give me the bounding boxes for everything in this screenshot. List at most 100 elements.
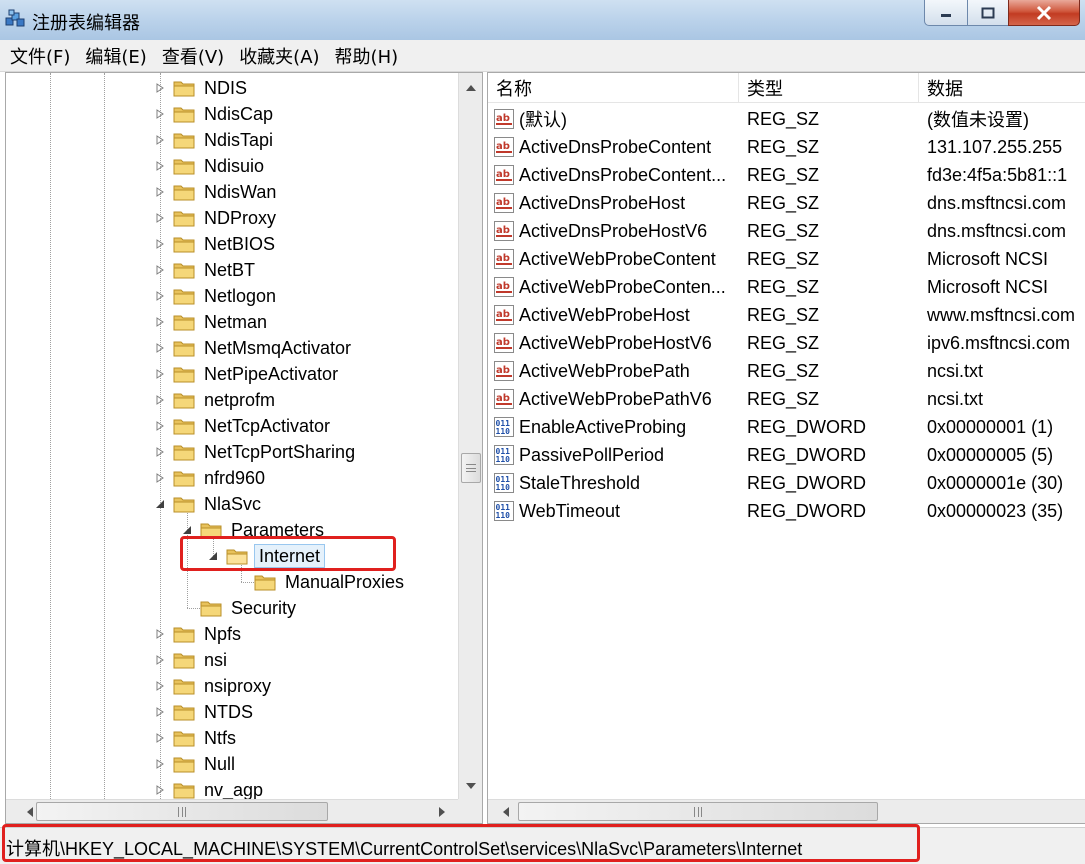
- minimize-button[interactable]: [924, 0, 968, 26]
- tree-expander[interactable]: [153, 315, 167, 329]
- tree-node-ntds[interactable]: NTDS: [153, 699, 256, 725]
- scroll-down-arrow[interactable]: [459, 774, 482, 798]
- value-row[interactable]: 011 110 PassivePollPeriod REG_DWORD 0x00000…: [488, 441, 1085, 469]
- menu-favorites[interactable]: 收藏夹(A): [239, 43, 319, 69]
- tree-expander[interactable]: [153, 159, 167, 173]
- menu-file[interactable]: 文件(F): [10, 43, 70, 69]
- list-horizontal-scrollbar[interactable]: [488, 799, 1085, 823]
- list-hscroll-thumb[interactable]: [518, 802, 878, 821]
- value-row[interactable]: ab (默认) REG_SZ (数值未设置): [488, 105, 1085, 133]
- column-header-data[interactable]: 数据: [919, 73, 1085, 103]
- menu-view[interactable]: 查看(V): [162, 43, 224, 69]
- tree-node-nsi[interactable]: nsi: [153, 647, 230, 673]
- value-row[interactable]: ab ActiveDnsProbeContent... REG_SZ fd3e:4f…: [488, 161, 1085, 189]
- tree-node-ndiswan[interactable]: NdisWan: [153, 179, 279, 205]
- value-row[interactable]: ab ActiveWebProbeContent REG_SZ Microsoft …: [488, 245, 1085, 273]
- tree-expander[interactable]: [153, 107, 167, 121]
- tree-expander[interactable]: [153, 731, 167, 745]
- tree-node-nettcpportsharing[interactable]: NetTcpPortSharing: [153, 439, 358, 465]
- scroll-up-arrow[interactable]: [459, 76, 482, 100]
- tree-node-netmsmqactivator[interactable]: NetMsmqActivator: [153, 335, 354, 361]
- value-row[interactable]: 011 110 StaleThreshold REG_DWORD 0x0000001e…: [488, 469, 1085, 497]
- tree-node-nettcpactivator[interactable]: NetTcpActivator: [153, 413, 333, 439]
- value-name-cell: 011 110 WebTimeout: [494, 497, 738, 525]
- value-data-cell: dns.msftncsi.com: [927, 189, 1085, 217]
- tree-expander[interactable]: [153, 211, 167, 225]
- tree-node-ndis[interactable]: NDIS: [153, 75, 250, 101]
- tree-node-npfs[interactable]: Npfs: [153, 621, 244, 647]
- tree-expander[interactable]: [153, 133, 167, 147]
- value-row[interactable]: 011 110 EnableActiveProbing REG_DWORD 0x000…: [488, 413, 1085, 441]
- tree-node-ndiscap[interactable]: NdisCap: [153, 101, 276, 127]
- tree-node-netprofm[interactable]: netprofm: [153, 387, 278, 413]
- value-row[interactable]: ab ActiveWebProbePath REG_SZ ncsi.txt: [488, 357, 1085, 385]
- values-list-pane[interactable]: 名称 类型 数据 ab (默认) REG_SZ (数值未设置) ab ActiveD…: [487, 72, 1085, 824]
- close-button[interactable]: [1008, 0, 1080, 26]
- scroll-left-arrow[interactable]: [494, 800, 518, 823]
- tree-expander[interactable]: [153, 341, 167, 355]
- tree-vscroll-thumb[interactable]: [461, 453, 481, 483]
- tree-expander[interactable]: [153, 185, 167, 199]
- tree-node-nfrd960[interactable]: nfrd960: [153, 465, 268, 491]
- tree-expander[interactable]: [153, 419, 167, 433]
- column-header-name[interactable]: 名称: [488, 73, 739, 103]
- tree-expander[interactable]: [206, 549, 220, 563]
- value-row[interactable]: ab ActiveDnsProbeHostV6 REG_SZ dns.msftncs…: [488, 217, 1085, 245]
- value-row[interactable]: 011 110 WebTimeout REG_DWORD 0x00000023 (35…: [488, 497, 1085, 525]
- tree-vertical-scrollbar[interactable]: [458, 73, 482, 801]
- key-tree-pane[interactable]: NDIS NdisCap NdisTapi Ndisuio NdisWan ND…: [5, 72, 483, 824]
- value-data: fd3e:4f5a:5b81::1: [927, 164, 1068, 185]
- tree-expander[interactable]: [153, 627, 167, 641]
- tree-expander[interactable]: [153, 653, 167, 667]
- value-row[interactable]: ab ActiveWebProbePathV6 REG_SZ ncsi.txt: [488, 385, 1085, 413]
- value-row[interactable]: ab ActiveWebProbeHost REG_SZ www.msftncsi.…: [488, 301, 1085, 329]
- tree-node-netpipeactivator[interactable]: NetPipeActivator: [153, 361, 341, 387]
- tree-node-parameters[interactable]: Parameters: [180, 517, 327, 543]
- scroll-right-arrow[interactable]: [430, 800, 454, 823]
- tree-node-ndistapi[interactable]: NdisTapi: [153, 127, 276, 153]
- column-header-type[interactable]: 类型: [739, 73, 919, 103]
- tree-expander[interactable]: [153, 497, 167, 511]
- value-row[interactable]: ab ActiveWebProbeConten... REG_SZ Microsof…: [488, 273, 1085, 301]
- tree-node-netbt[interactable]: NetBT: [153, 257, 258, 283]
- tree-expander[interactable]: [153, 393, 167, 407]
- tree-node-ndproxy[interactable]: NDProxy: [153, 205, 279, 231]
- tree-node-nlasvc[interactable]: NlaSvc: [153, 491, 264, 517]
- tree-expander[interactable]: [153, 237, 167, 251]
- tree-expander[interactable]: [153, 757, 167, 771]
- tree-node-nsiproxy[interactable]: nsiproxy: [153, 673, 274, 699]
- tree-expander[interactable]: [180, 523, 194, 537]
- tree-node-netlogon[interactable]: Netlogon: [153, 283, 279, 309]
- tree-hscroll-thumb[interactable]: [36, 802, 328, 821]
- value-name: ActiveDnsProbeHostV6: [519, 220, 708, 241]
- tree-node-netman[interactable]: Netman: [153, 309, 270, 335]
- tree-node-internet[interactable]: Internet: [206, 543, 326, 569]
- tree-expander[interactable]: [153, 81, 167, 95]
- tree-expander[interactable]: [153, 705, 167, 719]
- tree-horizontal-scrollbar[interactable]: [6, 799, 460, 823]
- value-name-cell: ab ActiveWebProbeConten...: [494, 273, 738, 301]
- menu-help[interactable]: 帮助(H): [335, 43, 399, 69]
- menu-edit[interactable]: 编辑(E): [85, 43, 146, 69]
- arrow-down-icon: [466, 783, 476, 789]
- value-row[interactable]: ab ActiveDnsProbeContent REG_SZ 131.107.25…: [488, 133, 1085, 161]
- value-row[interactable]: ab ActiveWebProbeHostV6 REG_SZ ipv6.msftnc…: [488, 329, 1085, 357]
- tree-expander[interactable]: [153, 471, 167, 485]
- value-name: ActiveWebProbeContent: [519, 248, 716, 269]
- tree-node-null[interactable]: Null: [153, 751, 238, 777]
- tree-node-security[interactable]: Security: [180, 595, 299, 621]
- tree-node-manualproxies[interactable]: ManualProxies: [234, 569, 407, 595]
- tree-expander[interactable]: [153, 679, 167, 693]
- tree-expander[interactable]: [153, 263, 167, 277]
- tree-node-ndisuio[interactable]: Ndisuio: [153, 153, 267, 179]
- tree-expander[interactable]: [153, 289, 167, 303]
- folder-icon: [173, 341, 195, 357]
- tree-node-ntfs[interactable]: Ntfs: [153, 725, 239, 751]
- tree-node-label: NetBIOS: [204, 234, 276, 254]
- tree-expander[interactable]: [153, 783, 167, 797]
- tree-expander[interactable]: [153, 445, 167, 459]
- tree-node-netbios[interactable]: NetBIOS: [153, 231, 278, 257]
- tree-expander[interactable]: [153, 367, 167, 381]
- maximize-button[interactable]: [967, 0, 1009, 26]
- value-row[interactable]: ab ActiveDnsProbeHost REG_SZ dns.msftncsi.…: [488, 189, 1085, 217]
